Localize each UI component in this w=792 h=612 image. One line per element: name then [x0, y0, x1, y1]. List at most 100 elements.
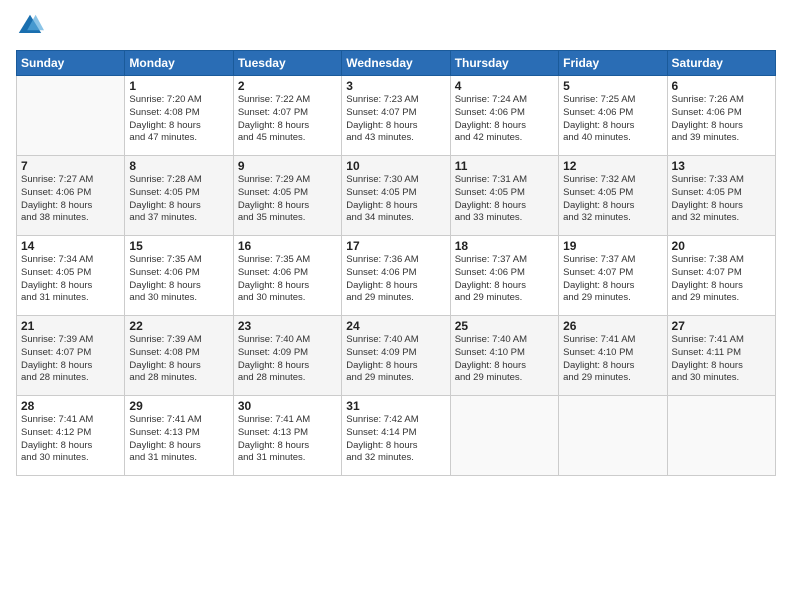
calendar-header-monday: Monday	[125, 51, 233, 76]
day-info: Sunrise: 7:42 AM Sunset: 4:14 PM Dayligh…	[346, 414, 445, 465]
calendar-cell: 28Sunrise: 7:41 AM Sunset: 4:12 PM Dayli…	[17, 396, 125, 476]
calendar-cell: 5Sunrise: 7:25 AM Sunset: 4:06 PM Daylig…	[559, 76, 667, 156]
day-info: Sunrise: 7:33 AM Sunset: 4:05 PM Dayligh…	[672, 174, 771, 225]
calendar-cell: 29Sunrise: 7:41 AM Sunset: 4:13 PM Dayli…	[125, 396, 233, 476]
day-number: 7	[21, 159, 120, 173]
day-info: Sunrise: 7:29 AM Sunset: 4:05 PM Dayligh…	[238, 174, 337, 225]
calendar-cell: 17Sunrise: 7:36 AM Sunset: 4:06 PM Dayli…	[342, 236, 450, 316]
calendar-cell: 25Sunrise: 7:40 AM Sunset: 4:10 PM Dayli…	[450, 316, 558, 396]
calendar-cell: 4Sunrise: 7:24 AM Sunset: 4:06 PM Daylig…	[450, 76, 558, 156]
calendar-cell: 8Sunrise: 7:28 AM Sunset: 4:05 PM Daylig…	[125, 156, 233, 236]
calendar-header-thursday: Thursday	[450, 51, 558, 76]
calendar-cell: 26Sunrise: 7:41 AM Sunset: 4:10 PM Dayli…	[559, 316, 667, 396]
day-number: 2	[238, 79, 337, 93]
day-info: Sunrise: 7:22 AM Sunset: 4:07 PM Dayligh…	[238, 94, 337, 145]
day-info: Sunrise: 7:34 AM Sunset: 4:05 PM Dayligh…	[21, 254, 120, 305]
day-number: 26	[563, 319, 662, 333]
calendar-cell: 10Sunrise: 7:30 AM Sunset: 4:05 PM Dayli…	[342, 156, 450, 236]
day-info: Sunrise: 7:31 AM Sunset: 4:05 PM Dayligh…	[455, 174, 554, 225]
calendar-cell: 31Sunrise: 7:42 AM Sunset: 4:14 PM Dayli…	[342, 396, 450, 476]
day-info: Sunrise: 7:35 AM Sunset: 4:06 PM Dayligh…	[129, 254, 228, 305]
calendar-cell: 27Sunrise: 7:41 AM Sunset: 4:11 PM Dayli…	[667, 316, 775, 396]
calendar-header-row: SundayMondayTuesdayWednesdayThursdayFrid…	[17, 51, 776, 76]
day-info: Sunrise: 7:26 AM Sunset: 4:06 PM Dayligh…	[672, 94, 771, 145]
calendar-cell: 1Sunrise: 7:20 AM Sunset: 4:08 PM Daylig…	[125, 76, 233, 156]
day-number: 1	[129, 79, 228, 93]
day-info: Sunrise: 7:40 AM Sunset: 4:09 PM Dayligh…	[238, 334, 337, 385]
day-number: 20	[672, 239, 771, 253]
day-number: 18	[455, 239, 554, 253]
calendar-cell: 14Sunrise: 7:34 AM Sunset: 4:05 PM Dayli…	[17, 236, 125, 316]
logo	[16, 12, 48, 40]
calendar-cell	[559, 396, 667, 476]
calendar-week-row: 1Sunrise: 7:20 AM Sunset: 4:08 PM Daylig…	[17, 76, 776, 156]
calendar-cell: 6Sunrise: 7:26 AM Sunset: 4:06 PM Daylig…	[667, 76, 775, 156]
day-number: 31	[346, 399, 445, 413]
calendar-cell: 18Sunrise: 7:37 AM Sunset: 4:06 PM Dayli…	[450, 236, 558, 316]
calendar-cell: 15Sunrise: 7:35 AM Sunset: 4:06 PM Dayli…	[125, 236, 233, 316]
logo-icon	[16, 12, 44, 40]
day-number: 17	[346, 239, 445, 253]
calendar-cell: 3Sunrise: 7:23 AM Sunset: 4:07 PM Daylig…	[342, 76, 450, 156]
calendar-cell: 21Sunrise: 7:39 AM Sunset: 4:07 PM Dayli…	[17, 316, 125, 396]
day-info: Sunrise: 7:38 AM Sunset: 4:07 PM Dayligh…	[672, 254, 771, 305]
day-info: Sunrise: 7:28 AM Sunset: 4:05 PM Dayligh…	[129, 174, 228, 225]
day-number: 13	[672, 159, 771, 173]
day-number: 15	[129, 239, 228, 253]
calendar-cell: 16Sunrise: 7:35 AM Sunset: 4:06 PM Dayli…	[233, 236, 341, 316]
day-number: 28	[21, 399, 120, 413]
day-info: Sunrise: 7:41 AM Sunset: 4:12 PM Dayligh…	[21, 414, 120, 465]
calendar-cell: 24Sunrise: 7:40 AM Sunset: 4:09 PM Dayli…	[342, 316, 450, 396]
day-number: 5	[563, 79, 662, 93]
day-info: Sunrise: 7:32 AM Sunset: 4:05 PM Dayligh…	[563, 174, 662, 225]
day-info: Sunrise: 7:37 AM Sunset: 4:07 PM Dayligh…	[563, 254, 662, 305]
page: SundayMondayTuesdayWednesdayThursdayFrid…	[0, 0, 792, 612]
calendar-cell: 11Sunrise: 7:31 AM Sunset: 4:05 PM Dayli…	[450, 156, 558, 236]
day-number: 4	[455, 79, 554, 93]
day-number: 11	[455, 159, 554, 173]
day-number: 23	[238, 319, 337, 333]
day-info: Sunrise: 7:23 AM Sunset: 4:07 PM Dayligh…	[346, 94, 445, 145]
calendar-week-row: 21Sunrise: 7:39 AM Sunset: 4:07 PM Dayli…	[17, 316, 776, 396]
day-number: 3	[346, 79, 445, 93]
day-number: 14	[21, 239, 120, 253]
calendar-cell: 2Sunrise: 7:22 AM Sunset: 4:07 PM Daylig…	[233, 76, 341, 156]
day-number: 24	[346, 319, 445, 333]
day-info: Sunrise: 7:37 AM Sunset: 4:06 PM Dayligh…	[455, 254, 554, 305]
day-number: 29	[129, 399, 228, 413]
day-info: Sunrise: 7:40 AM Sunset: 4:09 PM Dayligh…	[346, 334, 445, 385]
calendar-week-row: 7Sunrise: 7:27 AM Sunset: 4:06 PM Daylig…	[17, 156, 776, 236]
calendar-cell	[17, 76, 125, 156]
calendar-cell	[450, 396, 558, 476]
day-number: 25	[455, 319, 554, 333]
day-number: 9	[238, 159, 337, 173]
day-number: 19	[563, 239, 662, 253]
calendar-cell: 13Sunrise: 7:33 AM Sunset: 4:05 PM Dayli…	[667, 156, 775, 236]
day-number: 22	[129, 319, 228, 333]
calendar-cell: 20Sunrise: 7:38 AM Sunset: 4:07 PM Dayli…	[667, 236, 775, 316]
day-info: Sunrise: 7:41 AM Sunset: 4:13 PM Dayligh…	[129, 414, 228, 465]
day-number: 6	[672, 79, 771, 93]
calendar-cell: 7Sunrise: 7:27 AM Sunset: 4:06 PM Daylig…	[17, 156, 125, 236]
day-info: Sunrise: 7:20 AM Sunset: 4:08 PM Dayligh…	[129, 94, 228, 145]
day-info: Sunrise: 7:39 AM Sunset: 4:08 PM Dayligh…	[129, 334, 228, 385]
day-number: 16	[238, 239, 337, 253]
day-number: 30	[238, 399, 337, 413]
calendar-header-tuesday: Tuesday	[233, 51, 341, 76]
day-info: Sunrise: 7:35 AM Sunset: 4:06 PM Dayligh…	[238, 254, 337, 305]
day-number: 12	[563, 159, 662, 173]
day-info: Sunrise: 7:27 AM Sunset: 4:06 PM Dayligh…	[21, 174, 120, 225]
day-number: 8	[129, 159, 228, 173]
header	[16, 12, 776, 40]
calendar-header-wednesday: Wednesday	[342, 51, 450, 76]
calendar: SundayMondayTuesdayWednesdayThursdayFrid…	[16, 50, 776, 476]
calendar-cell: 23Sunrise: 7:40 AM Sunset: 4:09 PM Dayli…	[233, 316, 341, 396]
day-number: 27	[672, 319, 771, 333]
calendar-cell: 22Sunrise: 7:39 AM Sunset: 4:08 PM Dayli…	[125, 316, 233, 396]
day-info: Sunrise: 7:39 AM Sunset: 4:07 PM Dayligh…	[21, 334, 120, 385]
calendar-header-friday: Friday	[559, 51, 667, 76]
day-info: Sunrise: 7:41 AM Sunset: 4:13 PM Dayligh…	[238, 414, 337, 465]
day-info: Sunrise: 7:30 AM Sunset: 4:05 PM Dayligh…	[346, 174, 445, 225]
calendar-week-row: 28Sunrise: 7:41 AM Sunset: 4:12 PM Dayli…	[17, 396, 776, 476]
calendar-cell: 19Sunrise: 7:37 AM Sunset: 4:07 PM Dayli…	[559, 236, 667, 316]
